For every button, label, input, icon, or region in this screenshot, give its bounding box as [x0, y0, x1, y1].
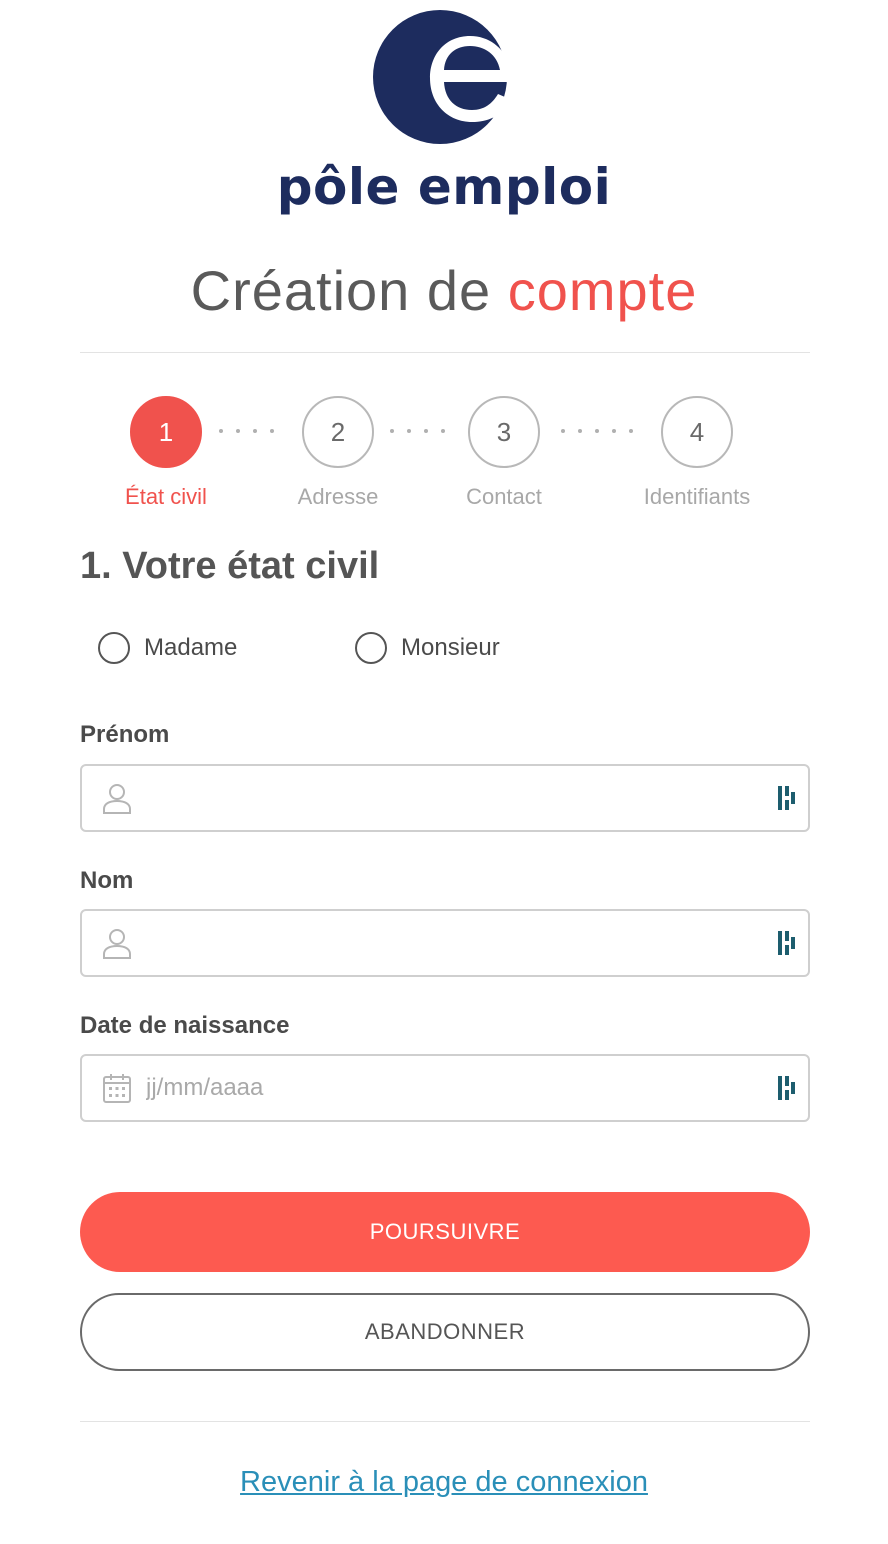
- naissance-input[interactable]: [146, 1056, 776, 1120]
- step-adresse: 2 Adresse: [268, 396, 408, 510]
- calendar-icon: [103, 1074, 131, 1103]
- abandonner-button[interactable]: ABANDONNER: [80, 1293, 810, 1371]
- nom-label: Nom: [80, 867, 134, 894]
- pole-emploi-logo: pôle emploi: [0, 0, 888, 230]
- radio-monsieur[interactable]: Monsieur: [355, 632, 500, 664]
- step-number: 2: [302, 396, 374, 468]
- radio-label: Madame: [144, 634, 238, 661]
- prenom-label: Prénom: [80, 721, 170, 748]
- nom-field[interactable]: [80, 909, 810, 977]
- section-title: 1. Votre état civil: [80, 545, 380, 587]
- step-label: Contact: [466, 484, 542, 509]
- step-etat-civil: 1 État civil: [96, 396, 236, 510]
- radio-label: Monsieur: [401, 634, 500, 661]
- poursuivre-button[interactable]: POURSUIVRE: [80, 1192, 810, 1272]
- naissance-field[interactable]: [80, 1054, 810, 1122]
- step-number: 3: [468, 396, 540, 468]
- radio-madame[interactable]: Madame: [98, 632, 237, 664]
- step-contact: 3 Contact: [434, 396, 574, 510]
- step-identifiants: 4 Identifiants: [627, 396, 767, 510]
- step-number: 1: [130, 396, 202, 468]
- page-title: Création de compte: [0, 258, 888, 323]
- user-icon: [103, 784, 131, 814]
- step-label: Adresse: [297, 484, 379, 509]
- step-number: 4: [661, 396, 733, 468]
- password-manager-icon[interactable]: [776, 784, 798, 812]
- step-connector: [561, 429, 633, 433]
- title-divider: [80, 352, 810, 353]
- footer-divider: [80, 1421, 810, 1422]
- nom-input[interactable]: [146, 911, 776, 975]
- radio-circle[interactable]: [98, 632, 130, 664]
- title-main: Création de: [190, 259, 492, 322]
- prenom-field[interactable]: [80, 764, 810, 832]
- logo-wordmark: pôle emploi: [276, 158, 612, 216]
- prenom-input[interactable]: [146, 766, 776, 830]
- password-manager-icon[interactable]: [776, 1074, 798, 1102]
- logo-mark-icon: [373, 10, 513, 144]
- step-label: État civil: [125, 484, 207, 509]
- password-manager-icon[interactable]: [776, 929, 798, 957]
- naissance-label: Date de naissance: [80, 1012, 290, 1039]
- account-creation-page: pôle emploi Création de compte 1 État ci…: [0, 0, 888, 1544]
- title-accent: compte: [507, 259, 698, 322]
- step-connector: [219, 429, 274, 433]
- step-label: Identifiants: [643, 484, 751, 509]
- radio-circle[interactable]: [355, 632, 387, 664]
- user-icon: [103, 929, 131, 959]
- back-to-login-link[interactable]: Revenir à la page de connexion: [0, 1466, 888, 1499]
